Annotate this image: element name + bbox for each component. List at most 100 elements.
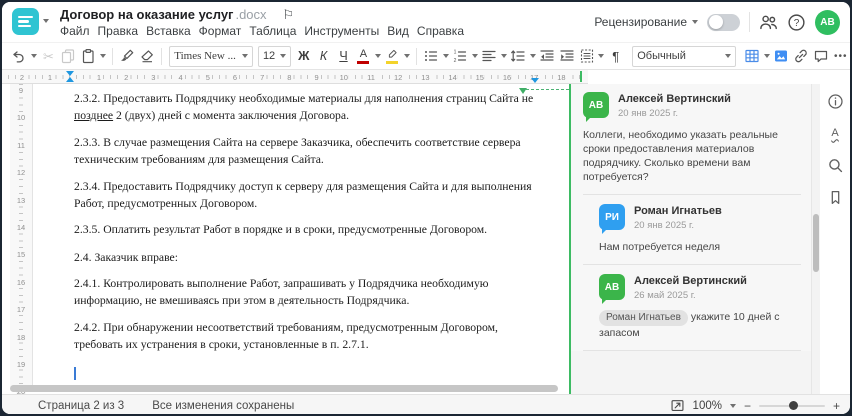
first-line-indent-marker[interactable]: [66, 71, 74, 76]
scrollbar-thumb[interactable]: [813, 214, 819, 272]
svg-text:1: 1: [454, 50, 457, 56]
font-size-select[interactable]: 12: [257, 45, 292, 67]
more-tools-button[interactable]: •••: [831, 46, 850, 67]
spellcheck-button[interactable]: А: [824, 122, 846, 144]
menu-item[interactable]: Инструменты: [300, 24, 383, 38]
left-indent-marker[interactable]: [66, 77, 74, 82]
vertical-scrollbar[interactable]: [812, 84, 820, 394]
align-button[interactable]: [480, 46, 499, 67]
page-indicator[interactable]: Страница 2 из 3: [38, 400, 124, 412]
insert-comment-button[interactable]: [811, 46, 830, 67]
right-indent-marker[interactable]: [531, 78, 539, 83]
insert-table-button[interactable]: [743, 46, 762, 67]
font-color-dropdown[interactable]: [374, 46, 382, 67]
paragraph[interactable]: 2.4. Заказчик вправе:: [74, 249, 544, 266]
zoom-out-button[interactable]: −: [744, 400, 751, 412]
editor-area: 91011121314151617181920 2.3.2. Предостав…: [2, 84, 850, 394]
bookmarks-button[interactable]: [824, 186, 846, 208]
comment-reply[interactable]: РИ Роман Игнатьев 20 янв 2025 г. Нам пот…: [571, 204, 811, 264]
document-info-button[interactable]: [824, 90, 846, 112]
review-mode-button[interactable]: Рецензирование: [594, 15, 698, 29]
comment-reply[interactable]: АВ Алексей Вертинский 26 май 2025 г. Ром…: [571, 274, 811, 350]
help-button[interactable]: ?: [787, 13, 806, 32]
bullet-list-button[interactable]: [422, 46, 441, 67]
horizontal-ruler[interactable]: 2 1 1 2 3 4 5 6 7 8 9 10 11 12 13 14 15 16 17 18: [2, 70, 850, 84]
menu-item[interactable]: Файл: [56, 24, 94, 38]
numbered-list-button[interactable]: 1 2: [451, 46, 470, 67]
bold-label: Ж: [298, 48, 310, 63]
decrease-indent-button[interactable]: [538, 46, 557, 67]
menu-item[interactable]: Формат: [195, 24, 246, 38]
paragraph-spacing-dropdown[interactable]: [597, 46, 605, 67]
logo-dropdown-icon[interactable]: [43, 19, 49, 23]
zoom-in-button[interactable]: +: [833, 400, 840, 412]
document-title-text[interactable]: Договор на оказание услуг: [60, 7, 233, 22]
line-spacing-button[interactable]: [509, 46, 528, 67]
insert-link-button[interactable]: [792, 46, 811, 67]
cut-button[interactable]: ✂: [39, 46, 58, 67]
app-logo[interactable]: [12, 8, 39, 35]
undo-dropdown[interactable]: [30, 46, 38, 67]
paragraph-spacing-button[interactable]: [577, 46, 596, 67]
copy-button[interactable]: [59, 46, 78, 67]
indent-icon: [560, 50, 574, 61]
menu-item[interactable]: Правка: [94, 24, 143, 38]
underline-button[interactable]: Ч: [334, 46, 353, 67]
zoom-slider-knob[interactable]: [788, 401, 798, 410]
save-status: Все изменения сохранены: [152, 399, 295, 412]
paragraph[interactable]: 2.3.4. Предоставить Подрядчику доступ к …: [74, 178, 544, 212]
toggle-knob: [708, 15, 723, 29]
italic-button[interactable]: К: [314, 46, 333, 67]
format-painter-button[interactable]: [118, 46, 137, 67]
paragraph-style-select[interactable]: Обычный: [632, 45, 736, 67]
insert-image-button[interactable]: [772, 46, 791, 67]
comment-author: Роман Игнатьев: [634, 205, 722, 217]
font-color-swatch: [357, 60, 370, 64]
numbered-list-dropdown[interactable]: [471, 46, 479, 67]
zoom-slider[interactable]: [758, 401, 825, 410]
toolbar-divider: [161, 47, 163, 65]
insert-table-dropdown[interactable]: [763, 46, 771, 67]
menu-item[interactable]: Вид: [383, 24, 413, 38]
highlight-button[interactable]: [383, 46, 402, 67]
document-page[interactable]: 2.3.2. Предоставить Подрядчику необходим…: [74, 90, 544, 385]
highlight-dropdown[interactable]: [403, 46, 411, 67]
comment-thread[interactable]: АВ Алексей Вертинский 20 янв 2025 г. Кол…: [571, 84, 811, 351]
clear-formatting-button[interactable]: [137, 46, 156, 67]
align-dropdown[interactable]: [500, 46, 508, 67]
paste-dropdown[interactable]: [99, 46, 107, 67]
horizontal-scrollbar[interactable]: [10, 385, 558, 392]
fit-width-button[interactable]: [670, 398, 685, 413]
increase-indent-button[interactable]: [558, 46, 577, 67]
bullet-list-dropdown[interactable]: [442, 46, 450, 67]
menu-item[interactable]: Вставка: [142, 24, 195, 38]
menu-item[interactable]: Справка: [413, 24, 468, 38]
undo-button[interactable]: [10, 46, 29, 67]
comment[interactable]: АВ Алексей Вертинский 20 янв 2025 г. Кол…: [571, 92, 811, 194]
commented-text[interactable]: позднее: [74, 109, 113, 122]
bold-button[interactable]: Ж: [294, 46, 313, 67]
paragraph[interactable]: 2.3.2. Предоставить Подрядчику необходим…: [74, 90, 544, 124]
vertical-ruler[interactable]: 91011121314151617181920: [10, 84, 33, 394]
user-avatar[interactable]: АВ: [815, 9, 840, 35]
line-spacing-dropdown[interactable]: [529, 46, 537, 67]
paragraph[interactable]: 2.4.2. При обнаружении несоответствий тр…: [74, 319, 544, 353]
mention-pill[interactable]: Роман Игнатьев: [599, 310, 688, 326]
zoom-dropdown-icon[interactable]: [729, 403, 736, 408]
ruler-number: 4: [177, 72, 184, 82]
comment-avatar: АВ: [599, 274, 625, 304]
paste-button[interactable]: [79, 46, 98, 67]
zoom-value[interactable]: 100%: [693, 400, 722, 412]
font-family-select[interactable]: Times New ...: [169, 45, 253, 67]
nonprinting-chars-button[interactable]: ¶: [606, 46, 625, 67]
flag-icon[interactable]: ⚐: [283, 8, 295, 21]
paragraph[interactable]: 2.3.3. В случае размещения Сайта на серв…: [74, 134, 544, 168]
collaborators-button[interactable]: [759, 13, 778, 32]
paragraph[interactable]: 2.3.5. Оплатить результат Работ в порядк…: [74, 221, 544, 238]
menu-item[interactable]: Таблица: [245, 24, 300, 38]
search-button[interactable]: [824, 154, 846, 176]
comment-connector-line: [526, 89, 569, 90]
paragraph[interactable]: 2.4.1. Контролировать выполнение Работ, …: [74, 275, 544, 309]
review-toggle[interactable]: [707, 13, 740, 31]
font-color-button[interactable]: А: [354, 46, 373, 67]
